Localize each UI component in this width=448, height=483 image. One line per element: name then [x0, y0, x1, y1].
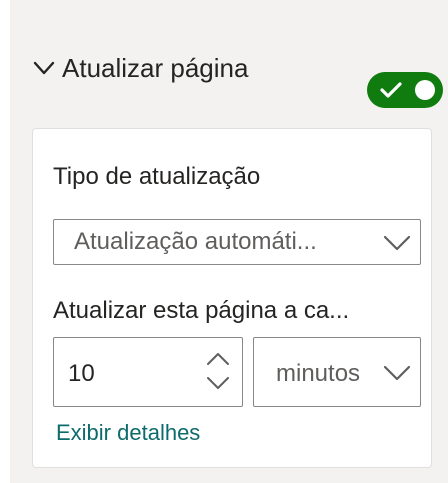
refresh-settings-card: Tipo de atualização Atualização automáti… [32, 128, 432, 468]
refresh-unit-dropdown[interactable]: minutos [253, 337, 421, 407]
refresh-interval-stepper[interactable]: 10 [53, 337, 243, 407]
refresh-interval-label: Atualizar esta página a ca... [53, 297, 350, 324]
refresh-type-label: Tipo de atualização [53, 163, 261, 190]
refresh-interval-value: 10 [68, 360, 95, 387]
refresh-type-value: Atualização automáti... [74, 228, 317, 255]
up-down-arrows-icon[interactable] [206, 348, 230, 394]
refresh-unit-value: minutos [276, 360, 361, 387]
chevron-down-icon[interactable] [32, 56, 56, 80]
refresh-type-dropdown[interactable]: Atualização automáti... [53, 219, 421, 265]
page-refresh-toggle[interactable] [367, 72, 443, 108]
show-details-link[interactable]: Exibir detalhes [56, 420, 200, 446]
toggle-knob [415, 80, 435, 100]
chevron-down-icon [383, 365, 411, 381]
check-icon [380, 82, 402, 98]
chevron-down-icon [383, 235, 411, 251]
section-title: Atualizar página [62, 53, 249, 83]
